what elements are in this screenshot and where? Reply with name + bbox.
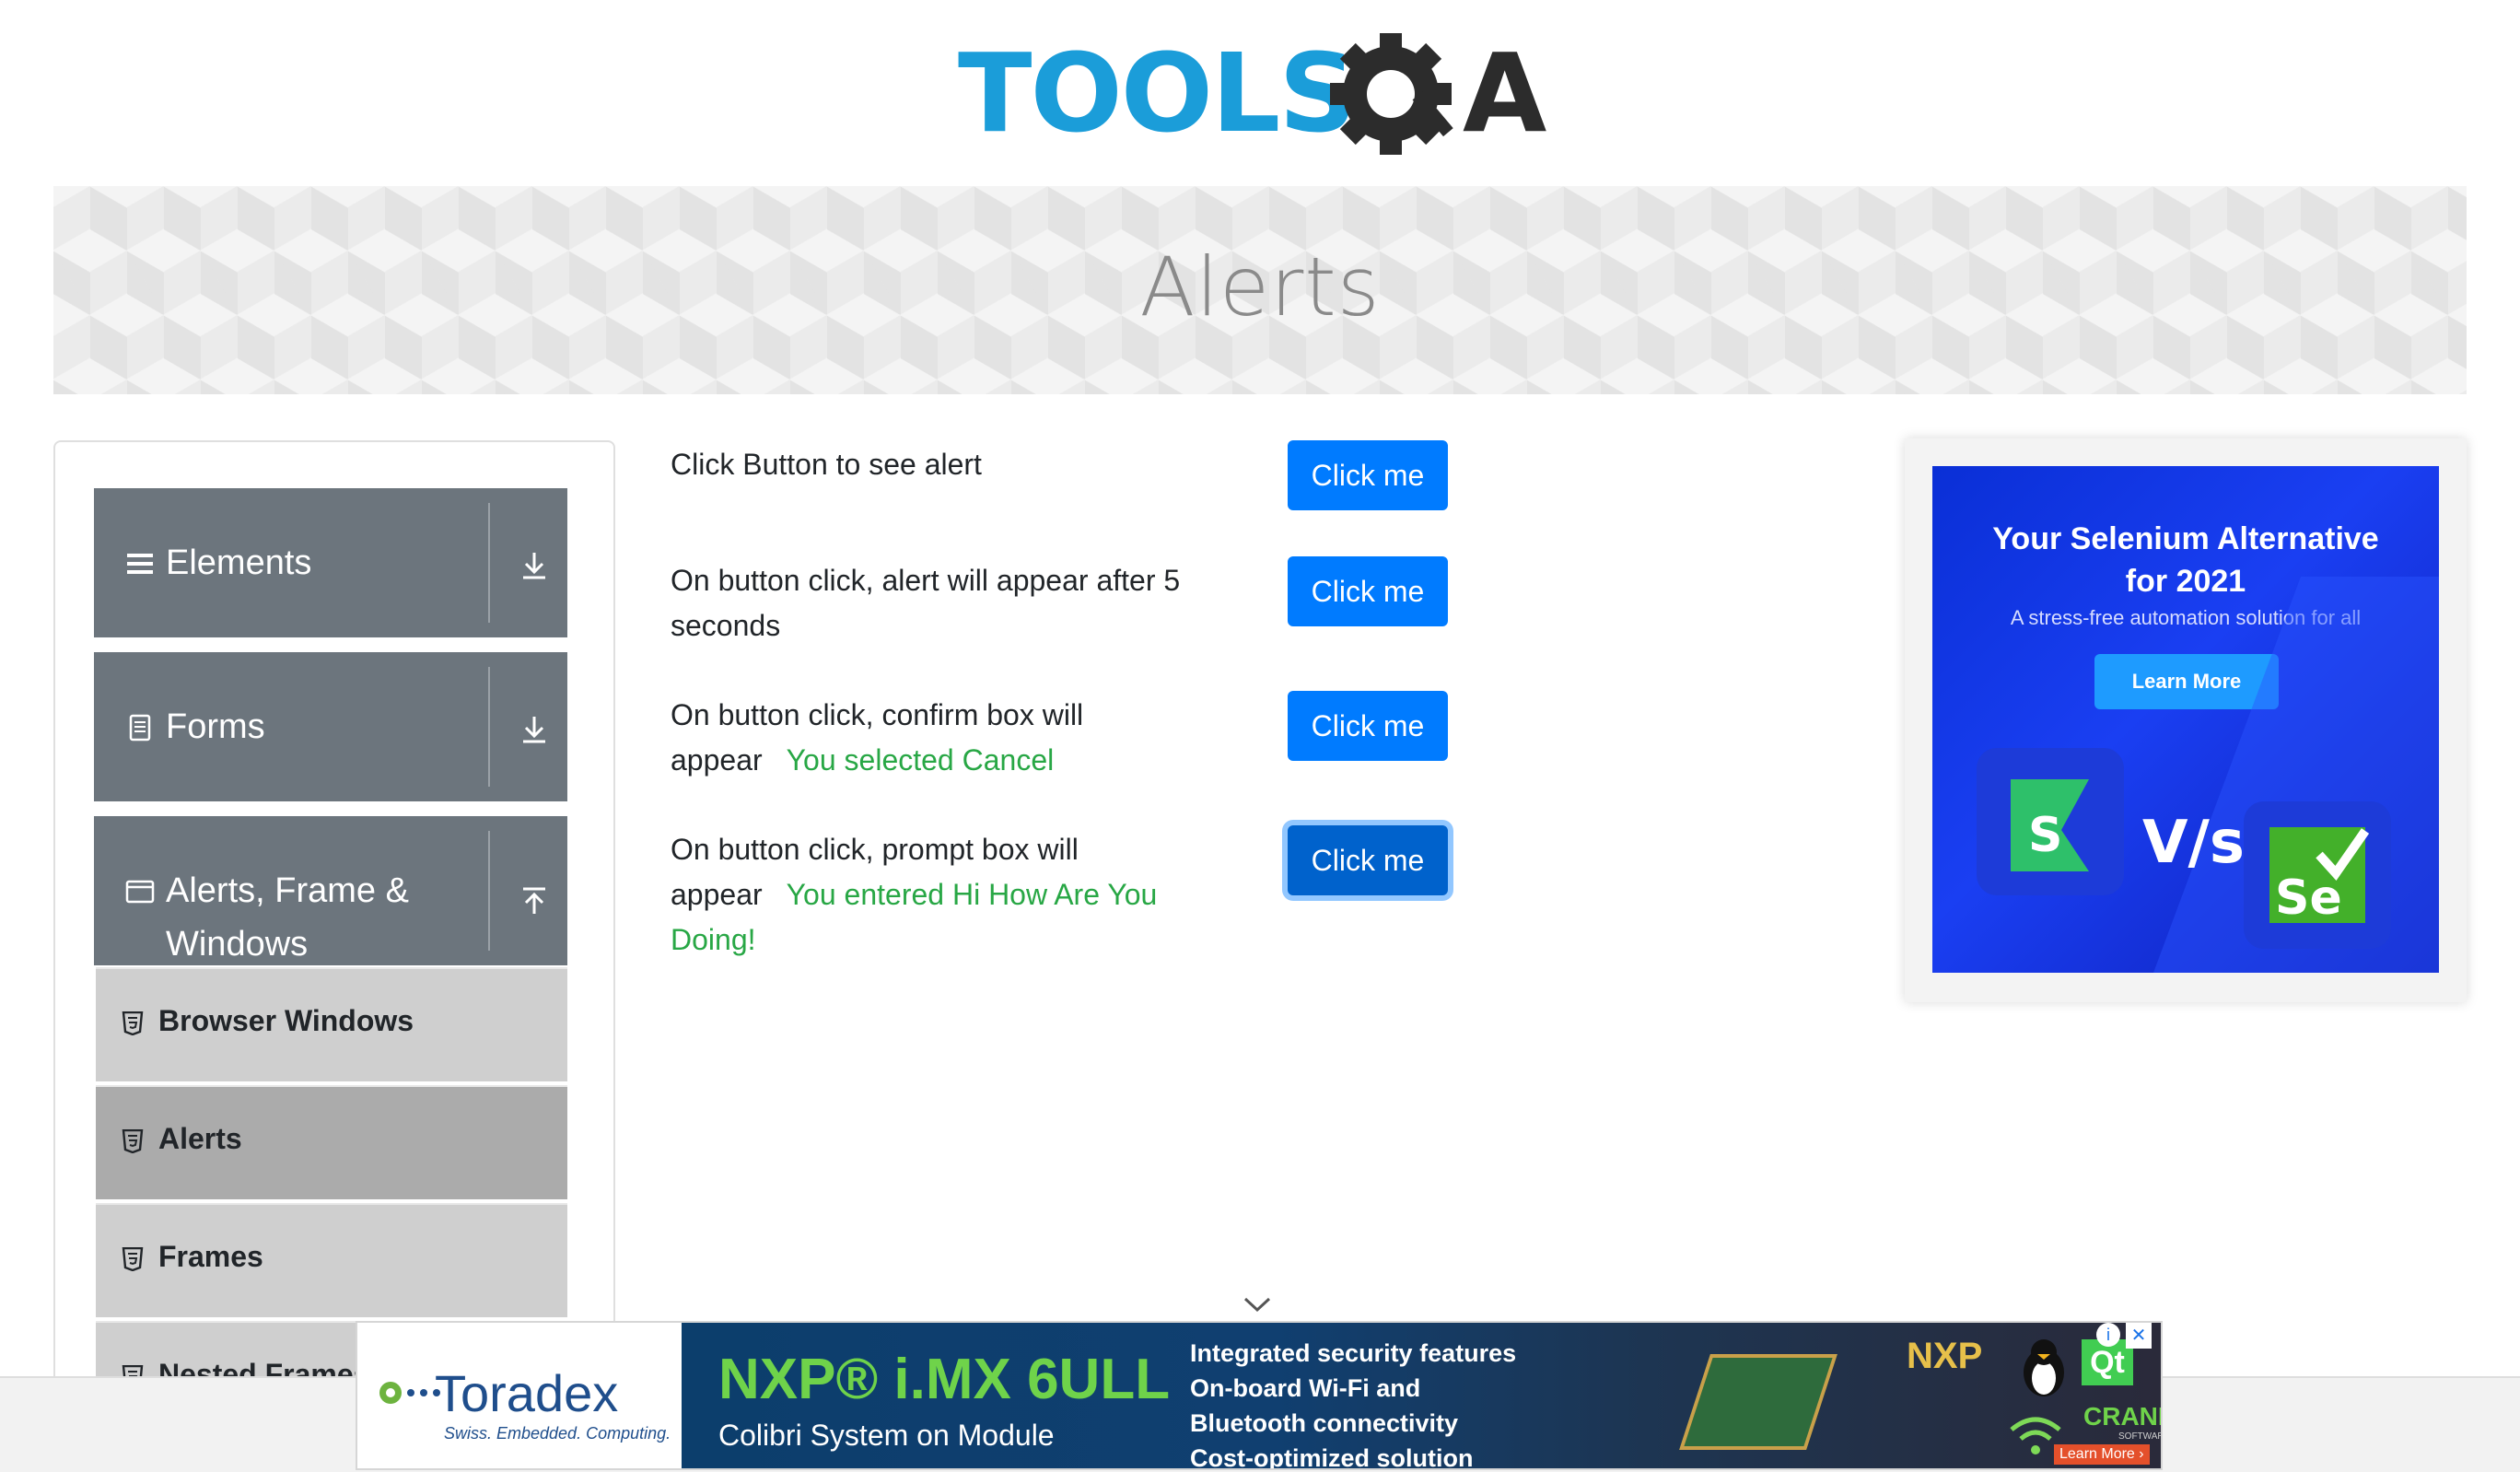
sidebar: Elements Forms Alerts, Frame & Windows B… [53, 440, 615, 1472]
crank-logo: CRANK [2083, 1402, 2161, 1431]
sidebar-group-label: Elements [166, 543, 312, 582]
ad-close-icon[interactable]: ✕ [2126, 1323, 2152, 1349]
gear-icon [1330, 33, 1453, 155]
chevron-down-icon[interactable] [1242, 1293, 1273, 1315]
ad-info-icon[interactable]: i [2096, 1323, 2120, 1347]
prompt-result: You entered Hi How Are You [786, 878, 1158, 911]
row-description: On button click, alert will appear after… [671, 564, 1181, 597]
crank-sub: SOFTWARE [2118, 1431, 2161, 1442]
ad-right[interactable]: Your Selenium Alternative for 2021 A str… [1905, 438, 2467, 1002]
ad-product-title: NXP® i.MX 6ULL [718, 1348, 1171, 1411]
html5-icon [122, 1247, 144, 1271]
prompt-row-text: On button click, prompt box will appear Y… [671, 827, 1186, 963]
timer-alert-row-text: On button click, alert will appear after… [671, 558, 1186, 648]
toradex-wordmark: Toradex [435, 1364, 619, 1422]
confirm-row-text: On button click, confirm box will appear… [671, 693, 1186, 783]
ad-vs-text: V/s [2142, 809, 2245, 877]
divider [488, 831, 490, 951]
sidebar-item-frames[interactable]: Frames [96, 1203, 567, 1317]
logo-text-tools: TOOLS [958, 29, 1355, 157]
menu-icon [127, 554, 153, 574]
sidebar-item-alerts[interactable]: Alerts [96, 1085, 567, 1199]
ad-graphic: S V/s Se [1977, 577, 2439, 973]
ad-right-creative[interactable]: Your Selenium Alternative for 2021 A str… [1932, 466, 2439, 973]
prompt-button[interactable]: Click me [1288, 825, 1448, 895]
window-icon [125, 880, 155, 904]
ad-product-subtitle: Colibri System on Module [718, 1419, 1055, 1452]
alert-row-text: Click Button to see alert [671, 442, 1186, 487]
alert-button[interactable]: Click me [1288, 440, 1448, 510]
ad-logo-right-text: Se [2275, 870, 2342, 926]
sidebar-item-label: Alerts [158, 1122, 242, 1155]
upload-arrow-icon [523, 887, 545, 914]
sidebar-group-forms[interactable]: Forms [94, 652, 567, 801]
divider [488, 667, 490, 787]
toradex-tagline: Swiss. Embedded. Computing. [444, 1424, 671, 1443]
confirm-result: You selected Cancel [786, 743, 1055, 777]
row-description-line2: appear [671, 878, 763, 911]
timer-alert-button[interactable]: Click me [1288, 556, 1448, 626]
ad-feature: Cost-optimized solution [1190, 1444, 1474, 1470]
sidebar-group-elements[interactable]: Elements [94, 488, 567, 637]
ad-feature: Integrated security features [1190, 1339, 1517, 1367]
ad-product-panel: NXP® i.MX 6ULL Colibri System on Module … [682, 1323, 2161, 1470]
download-arrow-icon [523, 553, 545, 579]
ad-feature: Bluetooth connectivity [1190, 1409, 1459, 1437]
sidebar-item-browser-windows[interactable]: Browser Windows [96, 967, 567, 1081]
page-title: Alerts [1139, 239, 1381, 334]
sidebar-group-label-line2: Windows [166, 925, 309, 964]
sidebar-item-label: Frames [158, 1240, 263, 1273]
ad-feature-list: Integrated security features On-board Wi… [1190, 1336, 1517, 1470]
toradex-brand: Toradex Swiss. Embedded. Computing. [357, 1323, 682, 1468]
row-description: Click Button to see alert [671, 448, 982, 481]
divider [488, 503, 490, 623]
row-description: On button click, confirm box will [671, 698, 1084, 731]
confirm-button[interactable]: Click me [1288, 691, 1448, 761]
html5-icon [122, 1129, 144, 1153]
prompt-result-line2: Doing! [671, 923, 756, 956]
form-icon [129, 714, 151, 742]
sidebar-group-alerts-frame-windows[interactable]: Alerts, Frame & Windows [94, 816, 567, 965]
linux-penguin-icon [2024, 1339, 2064, 1396]
module-board-image [1679, 1354, 1838, 1450]
sidebar-group-label: Alerts, Frame & [166, 871, 409, 910]
page-banner: Alerts [53, 186, 2467, 394]
row-description-line2: appear [671, 743, 763, 777]
ad-learn-more-link[interactable]: Learn More › [2054, 1444, 2150, 1465]
sidebar-group-label: Forms [166, 707, 265, 746]
ad-logo-left-text: S [2028, 808, 2062, 863]
sidebar-item-label: Browser Windows [158, 1004, 414, 1037]
html5-icon [122, 1011, 144, 1035]
ad-feature: On-board Wi-Fi and [1190, 1374, 1421, 1402]
toolsqa-logo[interactable]: TOOLS A [958, 28, 1566, 166]
logo-text-a: A [1463, 29, 1546, 157]
row-description: On button click, prompt box will [671, 833, 1079, 866]
nxp-logo: NXP [1907, 1336, 1983, 1376]
selenium-logo-icon: Se [2244, 801, 2391, 949]
download-arrow-icon [523, 717, 545, 743]
ad-bottom[interactable]: Toradex Swiss. Embedded. Computing. NXP®… [356, 1321, 2163, 1470]
katalon-logo-icon: S [1977, 748, 2124, 895]
row-description-line2: seconds [671, 609, 781, 642]
